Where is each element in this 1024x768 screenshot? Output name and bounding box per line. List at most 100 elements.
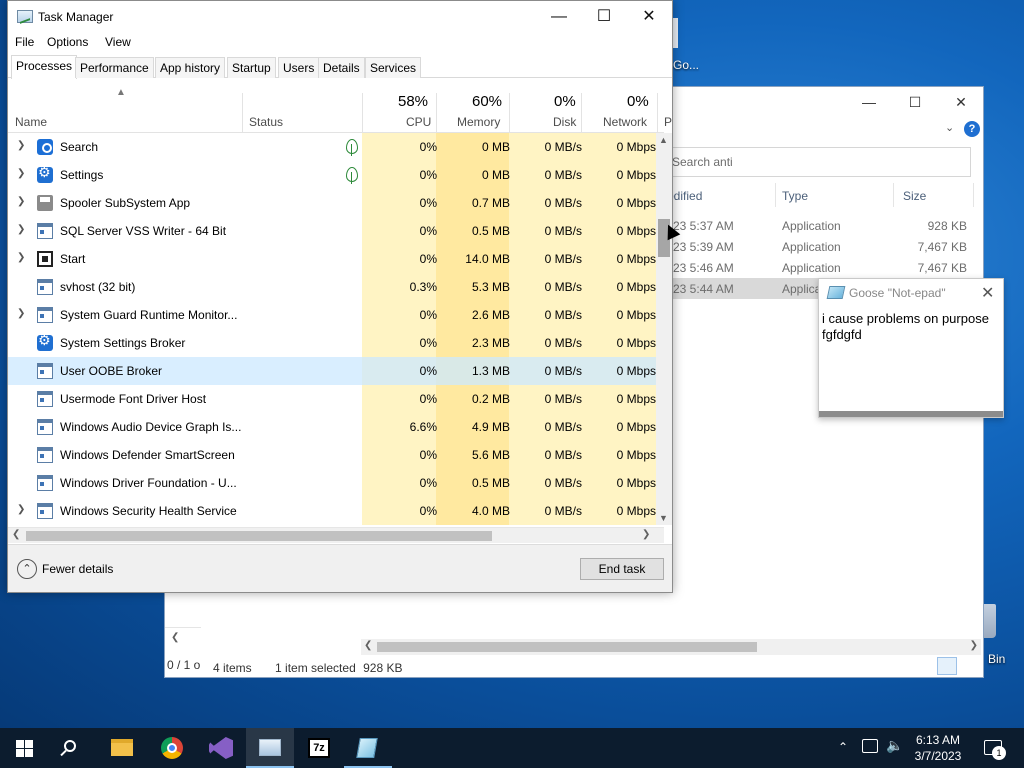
process-disk: 0 MB/s (544, 308, 582, 322)
scrollbar-thumb[interactable] (26, 531, 492, 541)
task-manager-window: Task Manager — ☐ ✕ File Options View Pro… (7, 0, 673, 593)
scrollbar-thumb[interactable] (377, 642, 757, 652)
file-row[interactable]: 23 5:46 AM Application 7,467 KB (665, 257, 975, 278)
process-cpu: 0% (419, 308, 437, 322)
tab-users[interactable]: Users (278, 57, 320, 78)
column-status[interactable]: Status (249, 115, 283, 129)
explorer-maximize-button[interactable]: ☐ (905, 93, 925, 111)
scroll-right-arrow[interactable]: ❯ (970, 640, 978, 651)
fewer-details-link[interactable]: Fewer details (42, 562, 113, 576)
process-row[interactable]: ❯ Spooler SubSystem App 0% 0.7 MB 0 MB/s 0 Mb… (8, 189, 656, 217)
taskbar-clock[interactable]: 6:13 AM 3/7/2023 (900, 732, 976, 764)
start-button[interactable] (0, 728, 48, 768)
process-disk: 0 MB/s (544, 448, 582, 462)
chevron-down-icon[interactable]: ⌄ (945, 121, 954, 134)
recycle-bin-label[interactable]: Bin (988, 652, 1005, 666)
process-row[interactable]: Usermode Font Driver Host 0% 0.2 MB 0 MB/s 0… (8, 385, 656, 413)
column-network[interactable]: Network (603, 115, 647, 129)
column-power-partial[interactable]: P (664, 115, 672, 129)
process-row[interactable]: Windows Driver Foundation - U... 0% 0.5 MB… (8, 469, 656, 497)
scroll-down-arrow[interactable]: ▼ (659, 513, 668, 523)
details-view-icon[interactable] (937, 657, 957, 675)
tab-processes[interactable]: Processes (11, 55, 78, 79)
chevron-right-icon[interactable]: ❯ (17, 168, 25, 179)
goose-bottom-bar (819, 411, 1003, 417)
tab-startup[interactable]: Startup (227, 57, 276, 78)
tab-details[interactable]: Details (318, 57, 365, 78)
network-icon[interactable] (862, 739, 878, 753)
taskbar-visual-studio[interactable] (197, 728, 245, 768)
column-memory[interactable]: Memory (457, 115, 500, 129)
end-task-button[interactable]: End task (580, 558, 664, 580)
taskbar-notepad[interactable] (344, 728, 392, 768)
process-cpu: 0% (419, 168, 437, 182)
process-row[interactable]: Windows Defender SmartScreen 0% 5.6 MB 0 MB… (8, 441, 656, 469)
chevron-right-icon[interactable]: ❯ (17, 504, 25, 515)
desktop-icon-label[interactable]: Go... (673, 58, 699, 72)
task-manager-titlebar[interactable]: Task Manager — ☐ ✕ (8, 1, 672, 32)
explorer-horizontal-scrollbar[interactable]: ❮ ❯ (361, 639, 981, 655)
process-network: 0 Mbps (616, 476, 656, 490)
tab-performance[interactable]: Performance (75, 57, 154, 78)
process-row[interactable]: svhost (32 bit) 0.3% 5.3 MB 0 MB/s 0 Mbps (8, 273, 656, 301)
horizontal-scrollbar[interactable]: ❮ ❯ (8, 527, 664, 543)
taskbar-chrome[interactable] (148, 728, 196, 768)
chevron-up-icon[interactable]: ⌃ (17, 559, 37, 579)
column-separator (242, 93, 243, 133)
column-disk[interactable]: Disk (553, 115, 576, 129)
chevron-right-icon[interactable]: ❯ (17, 308, 25, 319)
process-row-selected[interactable]: User OOBE Broker 0% 1.3 MB 0 MB/s 0 Mbps (8, 357, 656, 385)
maximize-button[interactable]: ☐ (581, 4, 627, 30)
file-row[interactable]: 23 5:39 AM Application 7,467 KB (665, 236, 975, 257)
process-row[interactable]: ❯ Start 0% 14.0 MB 0 MB/s 0 Mbps (8, 245, 656, 273)
process-row[interactable]: ❯ Settings 0% 0 MB 0 MB/s 0 Mbps (8, 161, 656, 189)
scroll-left-arrow[interactable]: ❮ (171, 632, 179, 643)
menu-options[interactable]: Options (47, 35, 88, 49)
minimize-button[interactable]: — (536, 4, 582, 30)
column-type[interactable]: Type (782, 189, 808, 203)
process-cpu: 0% (419, 448, 437, 462)
explorer-minimize-button[interactable]: — (859, 93, 879, 111)
scroll-up-arrow[interactable]: ▲ (659, 135, 668, 145)
help-icon[interactable]: ? (964, 121, 980, 137)
scroll-left-arrow[interactable]: ❮ (12, 529, 20, 540)
clock-date: 3/7/2023 (914, 749, 962, 763)
close-icon[interactable]: ✕ (981, 283, 994, 303)
menu-file[interactable]: File (15, 35, 34, 49)
column-size[interactable]: Size (903, 189, 926, 203)
tab-services[interactable]: Services (365, 57, 422, 78)
menu-view[interactable]: View (105, 35, 131, 49)
file-row[interactable]: 23 5:37 AM Application 928 KB (665, 215, 975, 236)
scroll-left-arrow[interactable]: ❮ (364, 640, 372, 651)
process-row[interactable]: ❯ Windows Security Health Service 0% 4.0 MB… (8, 497, 656, 525)
process-row[interactable]: Windows Audio Device Graph Is... 6.6% 4.9 … (8, 413, 656, 441)
taskbar-7zip[interactable]: 7z (295, 728, 343, 768)
chevron-right-icon[interactable]: ❯ (17, 224, 25, 235)
close-button[interactable]: ✕ (626, 4, 672, 30)
column-cpu[interactable]: CPU (406, 115, 431, 129)
large-icons-view-icon[interactable] (959, 657, 979, 675)
taskbar-task-manager[interactable] (246, 728, 294, 768)
process-row[interactable]: ❯ SQL Server VSS Writer - 64 Bit 0% 0.5 MB 0… (8, 217, 656, 245)
explorer-search-input[interactable]: Search anti (665, 147, 971, 177)
vertical-scrollbar[interactable]: ▲ ▼ (656, 133, 672, 525)
process-row[interactable]: ❯ Search 0% 0 MB 0 MB/s 0 Mbps (8, 133, 656, 161)
tab-app-history[interactable]: App history (155, 57, 226, 78)
chevron-right-icon[interactable]: ❯ (17, 252, 25, 263)
chevron-up-icon[interactable]: ⌃ (838, 740, 848, 768)
chevron-right-icon[interactable]: ❯ (17, 140, 25, 151)
explorer-close-button[interactable]: ✕ (951, 93, 971, 111)
process-memory: 0 MB (481, 168, 510, 182)
taskbar-file-explorer[interactable] (98, 728, 146, 768)
process-row[interactable]: System Settings Broker 0% 2.3 MB 0 MB/s 0 Mb… (8, 329, 656, 357)
scroll-right-arrow[interactable]: ❯ (642, 529, 650, 540)
taskbar-search-button[interactable] (48, 728, 96, 768)
goose-text-area[interactable]: i cause problems on purpose fgfdgfd (822, 311, 1002, 413)
memory-total: 60% (472, 93, 503, 110)
process-network: 0 Mbps (616, 308, 656, 322)
process-disk: 0 MB/s (544, 504, 582, 518)
chevron-right-icon[interactable]: ❯ (17, 196, 25, 207)
column-name[interactable]: Name (15, 115, 47, 129)
folder-icon (111, 739, 133, 756)
process-row[interactable]: ❯ System Guard Runtime Monitor... 0% 2.6 MB… (8, 301, 656, 329)
